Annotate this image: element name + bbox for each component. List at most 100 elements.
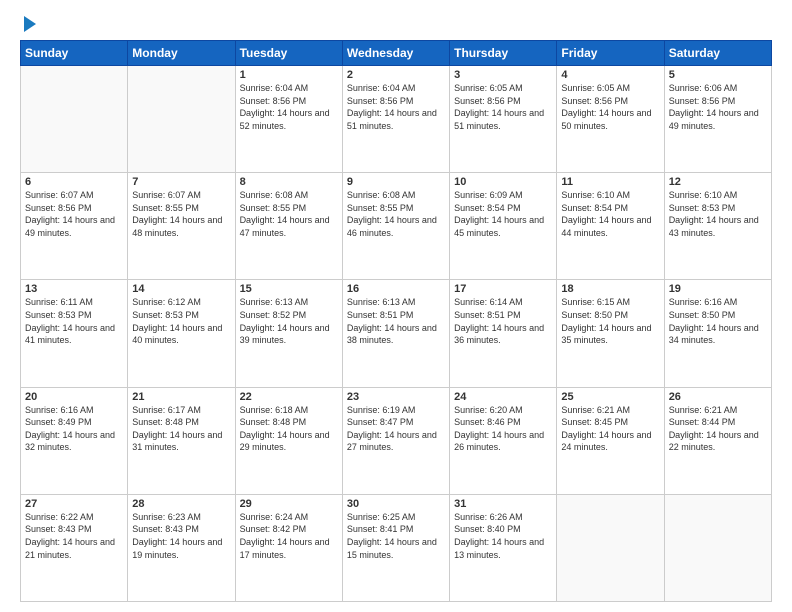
day-number: 17: [454, 283, 552, 295]
day-number: 18: [561, 283, 659, 295]
day-cell: 6Sunrise: 6:07 AM Sunset: 8:56 PM Daylig…: [21, 173, 128, 280]
day-cell: 30Sunrise: 6:25 AM Sunset: 8:41 PM Dayli…: [342, 494, 449, 601]
day-cell: [664, 494, 771, 601]
day-cell: 11Sunrise: 6:10 AM Sunset: 8:54 PM Dayli…: [557, 173, 664, 280]
day-info: Sunrise: 6:05 AM Sunset: 8:56 PM Dayligh…: [561, 82, 659, 132]
week-row-4: 20Sunrise: 6:16 AM Sunset: 8:49 PM Dayli…: [21, 387, 772, 494]
day-info: Sunrise: 6:11 AM Sunset: 8:53 PM Dayligh…: [25, 296, 123, 346]
day-cell: 18Sunrise: 6:15 AM Sunset: 8:50 PM Dayli…: [557, 280, 664, 387]
day-cell: 25Sunrise: 6:21 AM Sunset: 8:45 PM Dayli…: [557, 387, 664, 494]
day-cell: 10Sunrise: 6:09 AM Sunset: 8:54 PM Dayli…: [450, 173, 557, 280]
day-cell: 2Sunrise: 6:04 AM Sunset: 8:56 PM Daylig…: [342, 66, 449, 173]
day-number: 26: [669, 391, 767, 403]
day-number: 20: [25, 391, 123, 403]
page: SundayMondayTuesdayWednesdayThursdayFrid…: [0, 0, 792, 612]
day-number: 7: [132, 176, 230, 188]
day-number: 8: [240, 176, 338, 188]
day-cell: 5Sunrise: 6:06 AM Sunset: 8:56 PM Daylig…: [664, 66, 771, 173]
day-cell: 29Sunrise: 6:24 AM Sunset: 8:42 PM Dayli…: [235, 494, 342, 601]
day-info: Sunrise: 6:13 AM Sunset: 8:52 PM Dayligh…: [240, 296, 338, 346]
day-number: 11: [561, 176, 659, 188]
day-info: Sunrise: 6:10 AM Sunset: 8:53 PM Dayligh…: [669, 189, 767, 239]
day-info: Sunrise: 6:19 AM Sunset: 8:47 PM Dayligh…: [347, 404, 445, 454]
day-number: 30: [347, 498, 445, 510]
day-cell: 7Sunrise: 6:07 AM Sunset: 8:55 PM Daylig…: [128, 173, 235, 280]
day-number: 31: [454, 498, 552, 510]
weekday-header-tuesday: Tuesday: [235, 41, 342, 66]
day-number: 28: [132, 498, 230, 510]
day-cell: 17Sunrise: 6:14 AM Sunset: 8:51 PM Dayli…: [450, 280, 557, 387]
day-number: 6: [25, 176, 123, 188]
day-info: Sunrise: 6:16 AM Sunset: 8:50 PM Dayligh…: [669, 296, 767, 346]
day-number: 9: [347, 176, 445, 188]
day-info: Sunrise: 6:21 AM Sunset: 8:45 PM Dayligh…: [561, 404, 659, 454]
day-info: Sunrise: 6:23 AM Sunset: 8:43 PM Dayligh…: [132, 511, 230, 561]
day-cell: 19Sunrise: 6:16 AM Sunset: 8:50 PM Dayli…: [664, 280, 771, 387]
day-cell: 24Sunrise: 6:20 AM Sunset: 8:46 PM Dayli…: [450, 387, 557, 494]
day-cell: 22Sunrise: 6:18 AM Sunset: 8:48 PM Dayli…: [235, 387, 342, 494]
day-number: 21: [132, 391, 230, 403]
day-cell: 8Sunrise: 6:08 AM Sunset: 8:55 PM Daylig…: [235, 173, 342, 280]
weekday-header-thursday: Thursday: [450, 41, 557, 66]
weekday-header-wednesday: Wednesday: [342, 41, 449, 66]
day-number: 15: [240, 283, 338, 295]
day-number: 27: [25, 498, 123, 510]
day-number: 2: [347, 69, 445, 81]
day-number: 29: [240, 498, 338, 510]
day-number: 19: [669, 283, 767, 295]
day-info: Sunrise: 6:25 AM Sunset: 8:41 PM Dayligh…: [347, 511, 445, 561]
day-cell: [128, 66, 235, 173]
day-number: 14: [132, 283, 230, 295]
day-cell: 12Sunrise: 6:10 AM Sunset: 8:53 PM Dayli…: [664, 173, 771, 280]
day-info: Sunrise: 6:07 AM Sunset: 8:56 PM Dayligh…: [25, 189, 123, 239]
week-row-5: 27Sunrise: 6:22 AM Sunset: 8:43 PM Dayli…: [21, 494, 772, 601]
day-number: 1: [240, 69, 338, 81]
weekday-header-monday: Monday: [128, 41, 235, 66]
day-number: 10: [454, 176, 552, 188]
day-info: Sunrise: 6:13 AM Sunset: 8:51 PM Dayligh…: [347, 296, 445, 346]
day-info: Sunrise: 6:04 AM Sunset: 8:56 PM Dayligh…: [240, 82, 338, 132]
day-info: Sunrise: 6:07 AM Sunset: 8:55 PM Dayligh…: [132, 189, 230, 239]
day-info: Sunrise: 6:24 AM Sunset: 8:42 PM Dayligh…: [240, 511, 338, 561]
day-cell: 1Sunrise: 6:04 AM Sunset: 8:56 PM Daylig…: [235, 66, 342, 173]
day-cell: 31Sunrise: 6:26 AM Sunset: 8:40 PM Dayli…: [450, 494, 557, 601]
day-cell: 20Sunrise: 6:16 AM Sunset: 8:49 PM Dayli…: [21, 387, 128, 494]
header: [20, 18, 772, 32]
day-info: Sunrise: 6:12 AM Sunset: 8:53 PM Dayligh…: [132, 296, 230, 346]
week-row-1: 1Sunrise: 6:04 AM Sunset: 8:56 PM Daylig…: [21, 66, 772, 173]
day-info: Sunrise: 6:17 AM Sunset: 8:48 PM Dayligh…: [132, 404, 230, 454]
day-number: 13: [25, 283, 123, 295]
day-info: Sunrise: 6:21 AM Sunset: 8:44 PM Dayligh…: [669, 404, 767, 454]
day-info: Sunrise: 6:20 AM Sunset: 8:46 PM Dayligh…: [454, 404, 552, 454]
day-cell: 13Sunrise: 6:11 AM Sunset: 8:53 PM Dayli…: [21, 280, 128, 387]
weekday-header-friday: Friday: [557, 41, 664, 66]
weekday-header-row: SundayMondayTuesdayWednesdayThursdayFrid…: [21, 41, 772, 66]
day-cell: 15Sunrise: 6:13 AM Sunset: 8:52 PM Dayli…: [235, 280, 342, 387]
day-cell: 23Sunrise: 6:19 AM Sunset: 8:47 PM Dayli…: [342, 387, 449, 494]
day-info: Sunrise: 6:22 AM Sunset: 8:43 PM Dayligh…: [25, 511, 123, 561]
week-row-2: 6Sunrise: 6:07 AM Sunset: 8:56 PM Daylig…: [21, 173, 772, 280]
day-number: 5: [669, 69, 767, 81]
logo-arrow-icon: [24, 16, 36, 32]
day-cell: 16Sunrise: 6:13 AM Sunset: 8:51 PM Dayli…: [342, 280, 449, 387]
logo: [20, 18, 36, 32]
day-info: Sunrise: 6:06 AM Sunset: 8:56 PM Dayligh…: [669, 82, 767, 132]
day-cell: 14Sunrise: 6:12 AM Sunset: 8:53 PM Dayli…: [128, 280, 235, 387]
day-info: Sunrise: 6:26 AM Sunset: 8:40 PM Dayligh…: [454, 511, 552, 561]
day-info: Sunrise: 6:10 AM Sunset: 8:54 PM Dayligh…: [561, 189, 659, 239]
day-cell: 21Sunrise: 6:17 AM Sunset: 8:48 PM Dayli…: [128, 387, 235, 494]
weekday-header-sunday: Sunday: [21, 41, 128, 66]
weekday-header-saturday: Saturday: [664, 41, 771, 66]
day-info: Sunrise: 6:08 AM Sunset: 8:55 PM Dayligh…: [347, 189, 445, 239]
day-info: Sunrise: 6:08 AM Sunset: 8:55 PM Dayligh…: [240, 189, 338, 239]
day-number: 23: [347, 391, 445, 403]
day-cell: [557, 494, 664, 601]
day-number: 12: [669, 176, 767, 188]
day-number: 22: [240, 391, 338, 403]
day-cell: 9Sunrise: 6:08 AM Sunset: 8:55 PM Daylig…: [342, 173, 449, 280]
day-cell: 28Sunrise: 6:23 AM Sunset: 8:43 PM Dayli…: [128, 494, 235, 601]
day-number: 25: [561, 391, 659, 403]
day-info: Sunrise: 6:18 AM Sunset: 8:48 PM Dayligh…: [240, 404, 338, 454]
day-cell: [21, 66, 128, 173]
calendar-table: SundayMondayTuesdayWednesdayThursdayFrid…: [20, 40, 772, 602]
